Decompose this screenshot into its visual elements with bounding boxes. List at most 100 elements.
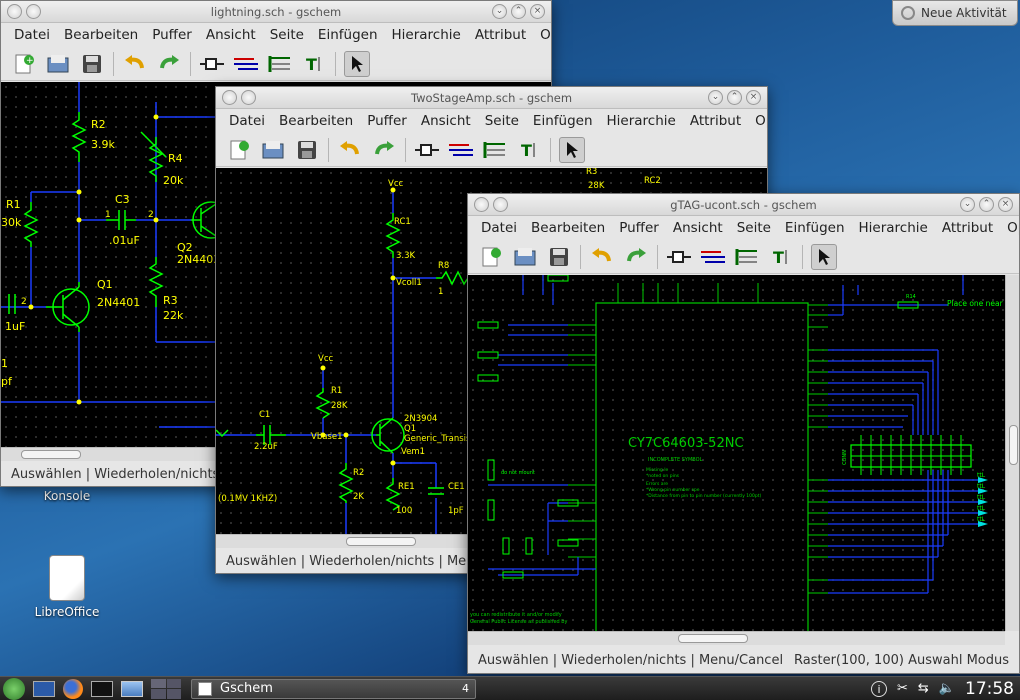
scrollbar-thumb[interactable] bbox=[346, 537, 416, 546]
clock[interactable]: 17:58 bbox=[965, 679, 1014, 699]
menu-optionen[interactable]: Op bbox=[748, 113, 767, 129]
menu-bearbeiten[interactable]: Bearbeiten bbox=[524, 220, 612, 236]
add-component-icon[interactable] bbox=[414, 137, 440, 163]
add-net-icon[interactable] bbox=[233, 51, 259, 77]
menu-einfuegen[interactable]: Einfügen bbox=[778, 220, 852, 236]
menu-datei[interactable]: Datei bbox=[474, 220, 524, 236]
app-menu-icon[interactable] bbox=[474, 197, 489, 212]
minimize-icon[interactable]: ⌄ bbox=[492, 4, 507, 19]
label-rc2: RC2 bbox=[644, 176, 661, 186]
close-icon[interactable]: × bbox=[530, 4, 545, 19]
menu-puffer[interactable]: Puffer bbox=[612, 220, 666, 236]
pager-icon[interactable] bbox=[151, 678, 181, 699]
maximize-icon[interactable]: ⌃ bbox=[511, 4, 526, 19]
undo-icon[interactable] bbox=[337, 137, 363, 163]
schematic-canvas[interactable]: ttL ttL ttL ttL ttL CY7C64603-52NC INCOMPLET… bbox=[468, 275, 1005, 631]
menu-hierarchie[interactable]: Hierarchie bbox=[852, 220, 935, 236]
new-file-icon[interactable] bbox=[226, 137, 252, 163]
menu-ansicht[interactable]: Ansicht bbox=[666, 220, 730, 236]
horizontal-scrollbar[interactable] bbox=[468, 631, 1005, 645]
menu-attribut[interactable]: Attribut bbox=[683, 113, 748, 129]
close-icon[interactable]: × bbox=[746, 90, 761, 105]
clipboard-icon[interactable]: ✂ bbox=[897, 681, 908, 696]
menu-puffer[interactable]: Puffer bbox=[360, 113, 414, 129]
menu-datei[interactable]: Datei bbox=[7, 27, 57, 43]
minimize-icon[interactable]: ⌄ bbox=[960, 197, 975, 212]
titlebar[interactable]: lightning.sch - gschem ⌄ ⌃ × bbox=[1, 1, 551, 23]
add-bus-icon[interactable] bbox=[482, 137, 508, 163]
pin-icon[interactable] bbox=[241, 90, 256, 105]
add-bus-icon[interactable] bbox=[734, 244, 760, 270]
desktop-icon-libreoffice[interactable]: LibreOffice bbox=[22, 555, 112, 619]
menu-datei[interactable]: Datei bbox=[222, 113, 272, 129]
menu-puffer[interactable]: Puffer bbox=[145, 27, 199, 43]
menu-hierarchie[interactable]: Hierarchie bbox=[385, 27, 468, 43]
menu-attribut[interactable]: Attribut bbox=[935, 220, 1000, 236]
new-file-icon[interactable]: + bbox=[11, 51, 37, 77]
app-menu-icon[interactable] bbox=[222, 90, 237, 105]
task-entry-gschem[interactable]: Gschem 4 bbox=[191, 678, 476, 699]
open-file-icon[interactable] bbox=[45, 51, 71, 77]
titlebar[interactable]: gTAG-ucont.sch - gschem ⌄ ⌃ × bbox=[468, 194, 1019, 216]
scrollbar-thumb[interactable] bbox=[678, 634, 748, 643]
select-mode-icon[interactable] bbox=[559, 136, 585, 163]
add-bus-icon[interactable] bbox=[267, 51, 293, 77]
save-icon[interactable] bbox=[79, 51, 105, 77]
undo-icon[interactable] bbox=[589, 244, 615, 270]
menu-seite[interactable]: Seite bbox=[730, 220, 778, 236]
maximize-icon[interactable]: ⌃ bbox=[979, 197, 994, 212]
maximize-icon[interactable]: ⌃ bbox=[727, 90, 742, 105]
label-q1: Q1 bbox=[404, 424, 416, 434]
titlebar[interactable]: TwoStageAmp.sch - gschem ⌄ ⌃ × bbox=[216, 87, 767, 109]
menu-seite[interactable]: Seite bbox=[478, 113, 526, 129]
scrollbar-thumb[interactable] bbox=[1009, 425, 1018, 465]
menu-optionen[interactable]: Op bbox=[533, 27, 551, 43]
vertical-scrollbar[interactable] bbox=[1005, 275, 1019, 631]
pin-icon[interactable] bbox=[26, 4, 41, 19]
menu-ansicht[interactable]: Ansicht bbox=[199, 27, 263, 43]
open-file-icon[interactable] bbox=[260, 137, 286, 163]
terminal-icon[interactable] bbox=[91, 680, 113, 697]
open-file-icon[interactable] bbox=[512, 244, 538, 270]
app-menu-icon[interactable] bbox=[7, 4, 22, 19]
menu-optionen[interactable]: Op bbox=[1000, 220, 1019, 236]
menu-bearbeiten[interactable]: Bearbeiten bbox=[57, 27, 145, 43]
add-text-icon[interactable]: T bbox=[516, 137, 542, 163]
label-q1-generic: Generic_Transis bbox=[404, 434, 471, 444]
save-icon[interactable] bbox=[294, 137, 320, 163]
menu-einfuegen[interactable]: Einfügen bbox=[311, 27, 385, 43]
close-icon[interactable]: × bbox=[998, 197, 1013, 212]
menu-seite[interactable]: Seite bbox=[263, 27, 311, 43]
add-text-icon[interactable]: T bbox=[301, 51, 327, 77]
menu-hierarchie[interactable]: Hierarchie bbox=[600, 113, 683, 129]
menu-bearbeiten[interactable]: Bearbeiten bbox=[272, 113, 360, 129]
info-icon[interactable]: i bbox=[871, 680, 887, 697]
new-file-icon[interactable] bbox=[478, 244, 504, 270]
add-component-icon[interactable] bbox=[666, 244, 692, 270]
menu-attribut[interactable]: Attribut bbox=[468, 27, 533, 43]
select-mode-icon[interactable] bbox=[344, 50, 370, 77]
menu-einfuegen[interactable]: Einfügen bbox=[526, 113, 600, 129]
kde-menu-icon[interactable] bbox=[3, 677, 25, 700]
scrollbar-thumb[interactable] bbox=[21, 450, 81, 459]
add-net-icon[interactable] bbox=[700, 244, 726, 270]
firefox-icon[interactable] bbox=[63, 678, 83, 699]
redo-icon[interactable] bbox=[623, 244, 649, 270]
redo-icon[interactable] bbox=[156, 51, 182, 77]
redo-icon[interactable] bbox=[371, 137, 397, 163]
menu-ansicht[interactable]: Ansicht bbox=[414, 113, 478, 129]
add-net-icon[interactable] bbox=[448, 137, 474, 163]
add-text-icon[interactable]: T bbox=[768, 244, 794, 270]
label-source: (0.1MV 1KHZ) bbox=[218, 494, 277, 504]
minimize-icon[interactable]: ⌄ bbox=[708, 90, 723, 105]
desktop-icon[interactable] bbox=[33, 680, 55, 697]
volume-icon[interactable]: 🔈 bbox=[939, 681, 955, 696]
new-activity-button[interactable]: Neue Aktivität bbox=[892, 0, 1018, 26]
network-icon[interactable]: ⇆ bbox=[918, 681, 929, 696]
undo-icon[interactable] bbox=[122, 51, 148, 77]
file-manager-icon[interactable] bbox=[121, 680, 143, 697]
add-component-icon[interactable] bbox=[199, 51, 225, 77]
select-mode-icon[interactable] bbox=[811, 243, 837, 270]
save-icon[interactable] bbox=[546, 244, 572, 270]
pin-icon[interactable] bbox=[493, 197, 508, 212]
